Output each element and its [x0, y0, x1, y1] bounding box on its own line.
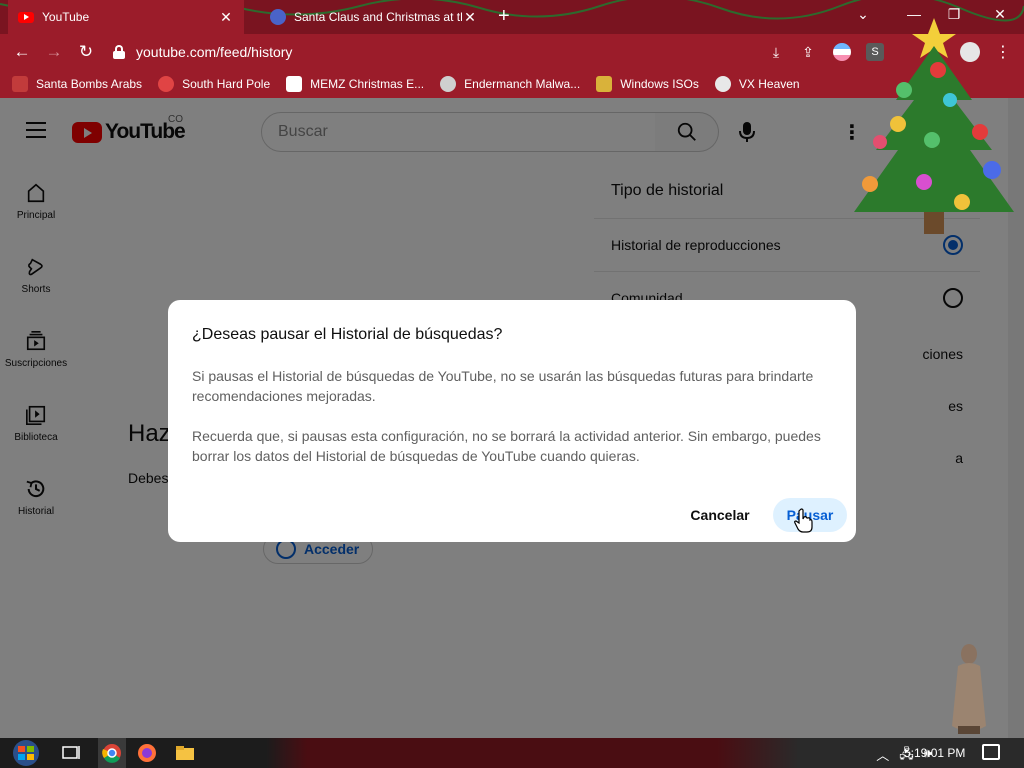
windows-taskbar: ︿ 🖧 🕪 5:19:01 PM	[0, 738, 1024, 768]
new-tab-button[interactable]: +	[498, 6, 510, 26]
share-icon[interactable]: ⇪	[792, 44, 824, 61]
address-bar[interactable]: youtube.com/feed/history ⤓ ⇪ ☆	[106, 38, 856, 66]
gift-icon	[596, 76, 613, 92]
taskbar-clock[interactable]: 5:19:01 PM	[904, 746, 965, 760]
memz-icon	[286, 76, 303, 92]
youtube-icon	[18, 11, 34, 23]
reload-icon[interactable]: ↻	[70, 36, 102, 68]
dialog-title: ¿Deseas pausar el Historial de búsquedas…	[192, 326, 503, 343]
hand-cursor-icon	[794, 508, 813, 533]
lock-icon[interactable]	[112, 45, 126, 59]
christmas-tree-decoration	[854, 18, 1014, 234]
dialog-paragraph: Recuerda que, si pausas esta configuraci…	[192, 428, 821, 464]
start-icon[interactable]	[8, 739, 44, 767]
dialog-paragraph: Si pausas el Historial de búsquedas de Y…	[192, 368, 814, 404]
forward-icon[interactable]: →	[38, 36, 70, 68]
chevron-up-icon[interactable]: ︿	[876, 745, 889, 767]
raccoon-icon	[440, 76, 457, 92]
back-icon[interactable]: ←	[6, 36, 38, 68]
santa-icon	[12, 76, 28, 92]
install-icon[interactable]: ⤓	[760, 44, 792, 61]
bookmark-santa-bombs[interactable]: Santa Bombs Arabs	[12, 76, 142, 92]
notification-icon[interactable]	[982, 744, 1000, 760]
pause-history-dialog: ¿Deseas pausar el Historial de búsquedas…	[168, 300, 856, 542]
close-icon[interactable]: ✕	[462, 9, 478, 26]
chrome-icon[interactable]	[98, 738, 126, 768]
close-icon[interactable]: ✕	[218, 9, 234, 26]
firefox-icon[interactable]	[136, 742, 158, 764]
taskview-icon[interactable]	[60, 742, 82, 764]
cancel-button[interactable]: Cancelar	[680, 498, 760, 532]
snowflake-icon	[158, 76, 175, 92]
bookmark-windows-isos[interactable]: Windows ISOs	[596, 76, 699, 92]
figurine-decoration	[952, 644, 986, 734]
bookmark-label: MEMZ Christmas E...	[310, 77, 425, 91]
tab-santa[interactable]: Santa Claus and Christmas at the ✕	[260, 0, 488, 34]
bookmark-label: Santa Bombs Arabs	[36, 77, 143, 91]
bookmark-south-hard-pole[interactable]: South Hard Pole	[158, 76, 270, 92]
bookmark-vx-heaven[interactable]: VX Heaven	[714, 76, 800, 92]
file-explorer-icon[interactable]	[174, 742, 196, 764]
site-icon	[270, 9, 286, 25]
bookmark-label: Endermanch Malwa...	[464, 77, 581, 91]
tab-title: YouTube	[42, 10, 90, 24]
vx-icon	[714, 76, 731, 92]
tab-title: Santa Claus and Christmas at the	[294, 10, 462, 24]
url-text[interactable]: youtube.com/feed/history	[136, 44, 760, 60]
tab-youtube[interactable]: YouTube ✕	[8, 0, 244, 34]
bookmark-label: VX Heaven	[738, 77, 800, 91]
bookmark-memz[interactable]: MEMZ Christmas E...	[286, 76, 424, 92]
bookmark-label: Windows ISOs	[620, 77, 699, 91]
bookmark-label: South Hard Pole	[182, 77, 271, 91]
bookmark-endermanch[interactable]: Endermanch Malwa...	[440, 76, 580, 92]
